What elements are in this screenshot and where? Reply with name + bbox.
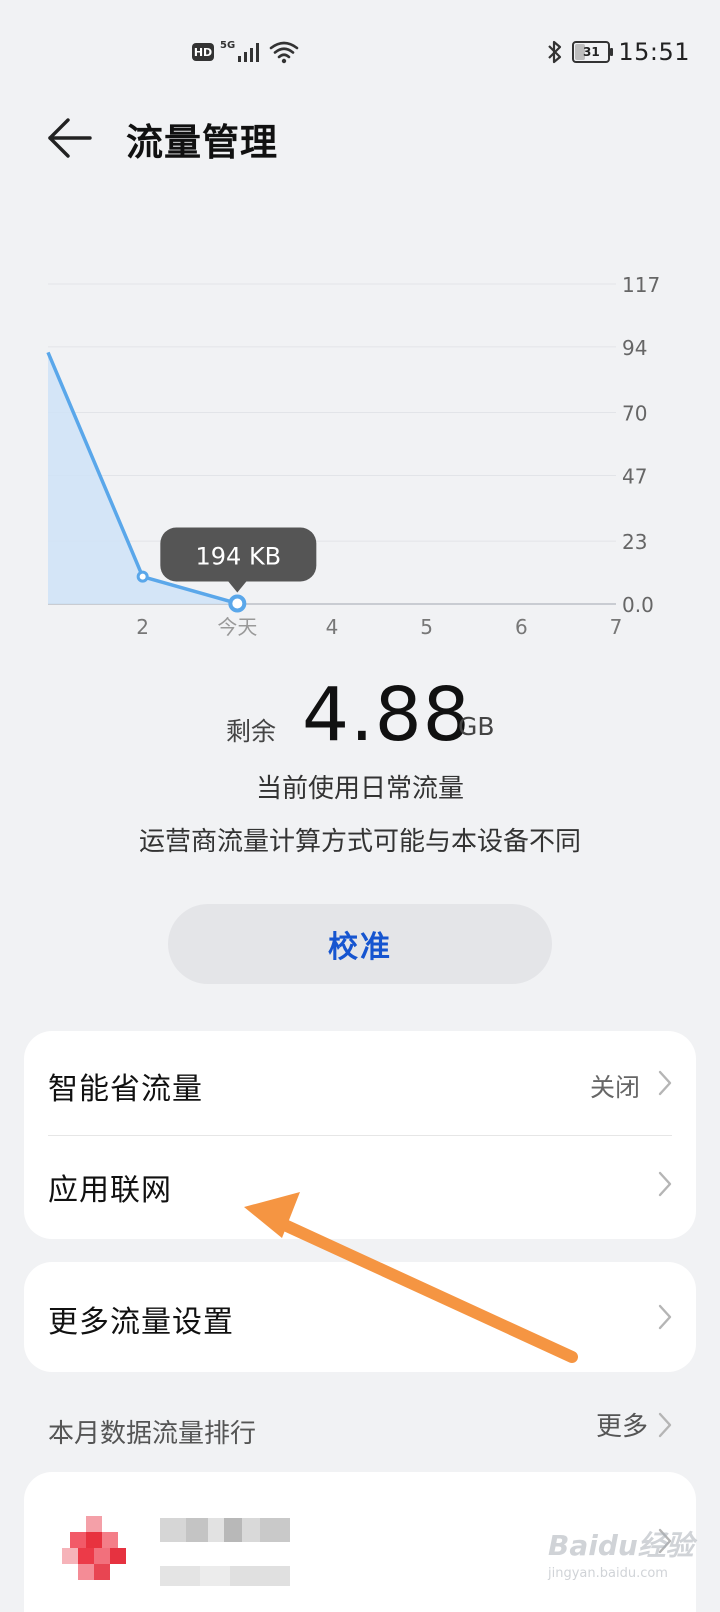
status-left: HD 5G (192, 40, 299, 64)
settings-card: 智能省流量 关闭 应用联网 (24, 1031, 696, 1239)
calibrate-label: 校准 (328, 930, 392, 965)
clock: 15:51 (618, 38, 690, 66)
chevron-right-icon (658, 1171, 672, 1197)
x-tick-label: 2 (136, 615, 149, 639)
x-tick-label: 5 (420, 615, 433, 639)
back-button[interactable] (44, 116, 94, 160)
highlight-point (228, 594, 247, 613)
app-name-blurred (160, 1518, 290, 1542)
data-point (136, 570, 149, 583)
signal-icon (238, 43, 260, 62)
smart-saver-label: 智能省流量 (48, 1072, 203, 1107)
x-tick-label: 6 (515, 615, 528, 639)
watermark-logo: Baidu经验 jingyan.baidu.com (548, 1520, 698, 1588)
watermark-url: jingyan.baidu.com (548, 1566, 668, 1581)
x-tick-label: 今天 (217, 615, 257, 639)
page-title: 流量管理 (126, 121, 278, 164)
ranking-more-label: 更多 (595, 1412, 648, 1442)
watermark-brand: Baidu经验 (548, 1529, 694, 1562)
remaining-value: 4.88 (302, 672, 471, 758)
y-tick-label: 23 (622, 530, 647, 554)
battery-level: 31 (582, 45, 600, 59)
remaining-label: 剩余 (226, 717, 277, 746)
usage-chart[interactable]: 0.0 23 47 70 94 117 2 今天 4 5 6 7 194 KB (0, 260, 720, 660)
x-tick-label: 7 (610, 615, 623, 639)
more-settings-card: 更多流量设置 (24, 1262, 696, 1372)
note-text: 运营商流量计算方式可能与本设备不同 (138, 827, 581, 857)
ranking-more-link[interactable]: 更多 (596, 1406, 672, 1443)
x-tick-label: 4 (326, 615, 339, 639)
y-tick-label: 70 (622, 402, 647, 426)
smart-saver-value: 关闭 (589, 1073, 640, 1102)
app-icon (62, 1516, 126, 1580)
y-tick-label: 117 (622, 273, 660, 297)
y-tick-label: 94 (622, 336, 647, 360)
ranking-title: 本月数据流量排行 (48, 1419, 257, 1449)
tooltip-text: 194 KB (196, 542, 282, 570)
smart-saver-row[interactable]: 智能省流量 关闭 (24, 1031, 696, 1135)
arrow-left-icon (48, 118, 92, 158)
app-usage-blurred (160, 1566, 290, 1586)
more-settings-row[interactable]: 更多流量设置 (24, 1262, 696, 1372)
calibrate-button[interactable]: 校准 (168, 904, 552, 984)
status-right: 31 15:51 (546, 38, 690, 66)
y-tick-label: 0.0 (622, 593, 654, 617)
more-settings-label: 更多流量设置 (48, 1305, 234, 1340)
app-network-row[interactable]: 应用联网 (24, 1135, 696, 1239)
chevron-right-icon (658, 1304, 672, 1330)
tooltip-pointer (228, 581, 247, 593)
remaining-unit: GB (458, 712, 495, 741)
plan-text: 当前使用日常流量 (255, 774, 464, 804)
network-type: 5G (220, 39, 236, 51)
status-bar: HD 5G 31 15:51 (0, 0, 720, 100)
y-tick-label: 47 (622, 464, 647, 488)
chevron-right-icon (658, 1412, 672, 1437)
battery-icon: 31 (572, 41, 614, 63)
bluetooth-icon (548, 40, 562, 64)
remaining-summary: 剩余 4.88 GB (0, 672, 720, 762)
app-network-label: 应用联网 (48, 1173, 172, 1208)
hd-icon: HD (192, 43, 214, 61)
chevron-right-icon (658, 1070, 672, 1096)
wifi-icon (269, 41, 299, 64)
